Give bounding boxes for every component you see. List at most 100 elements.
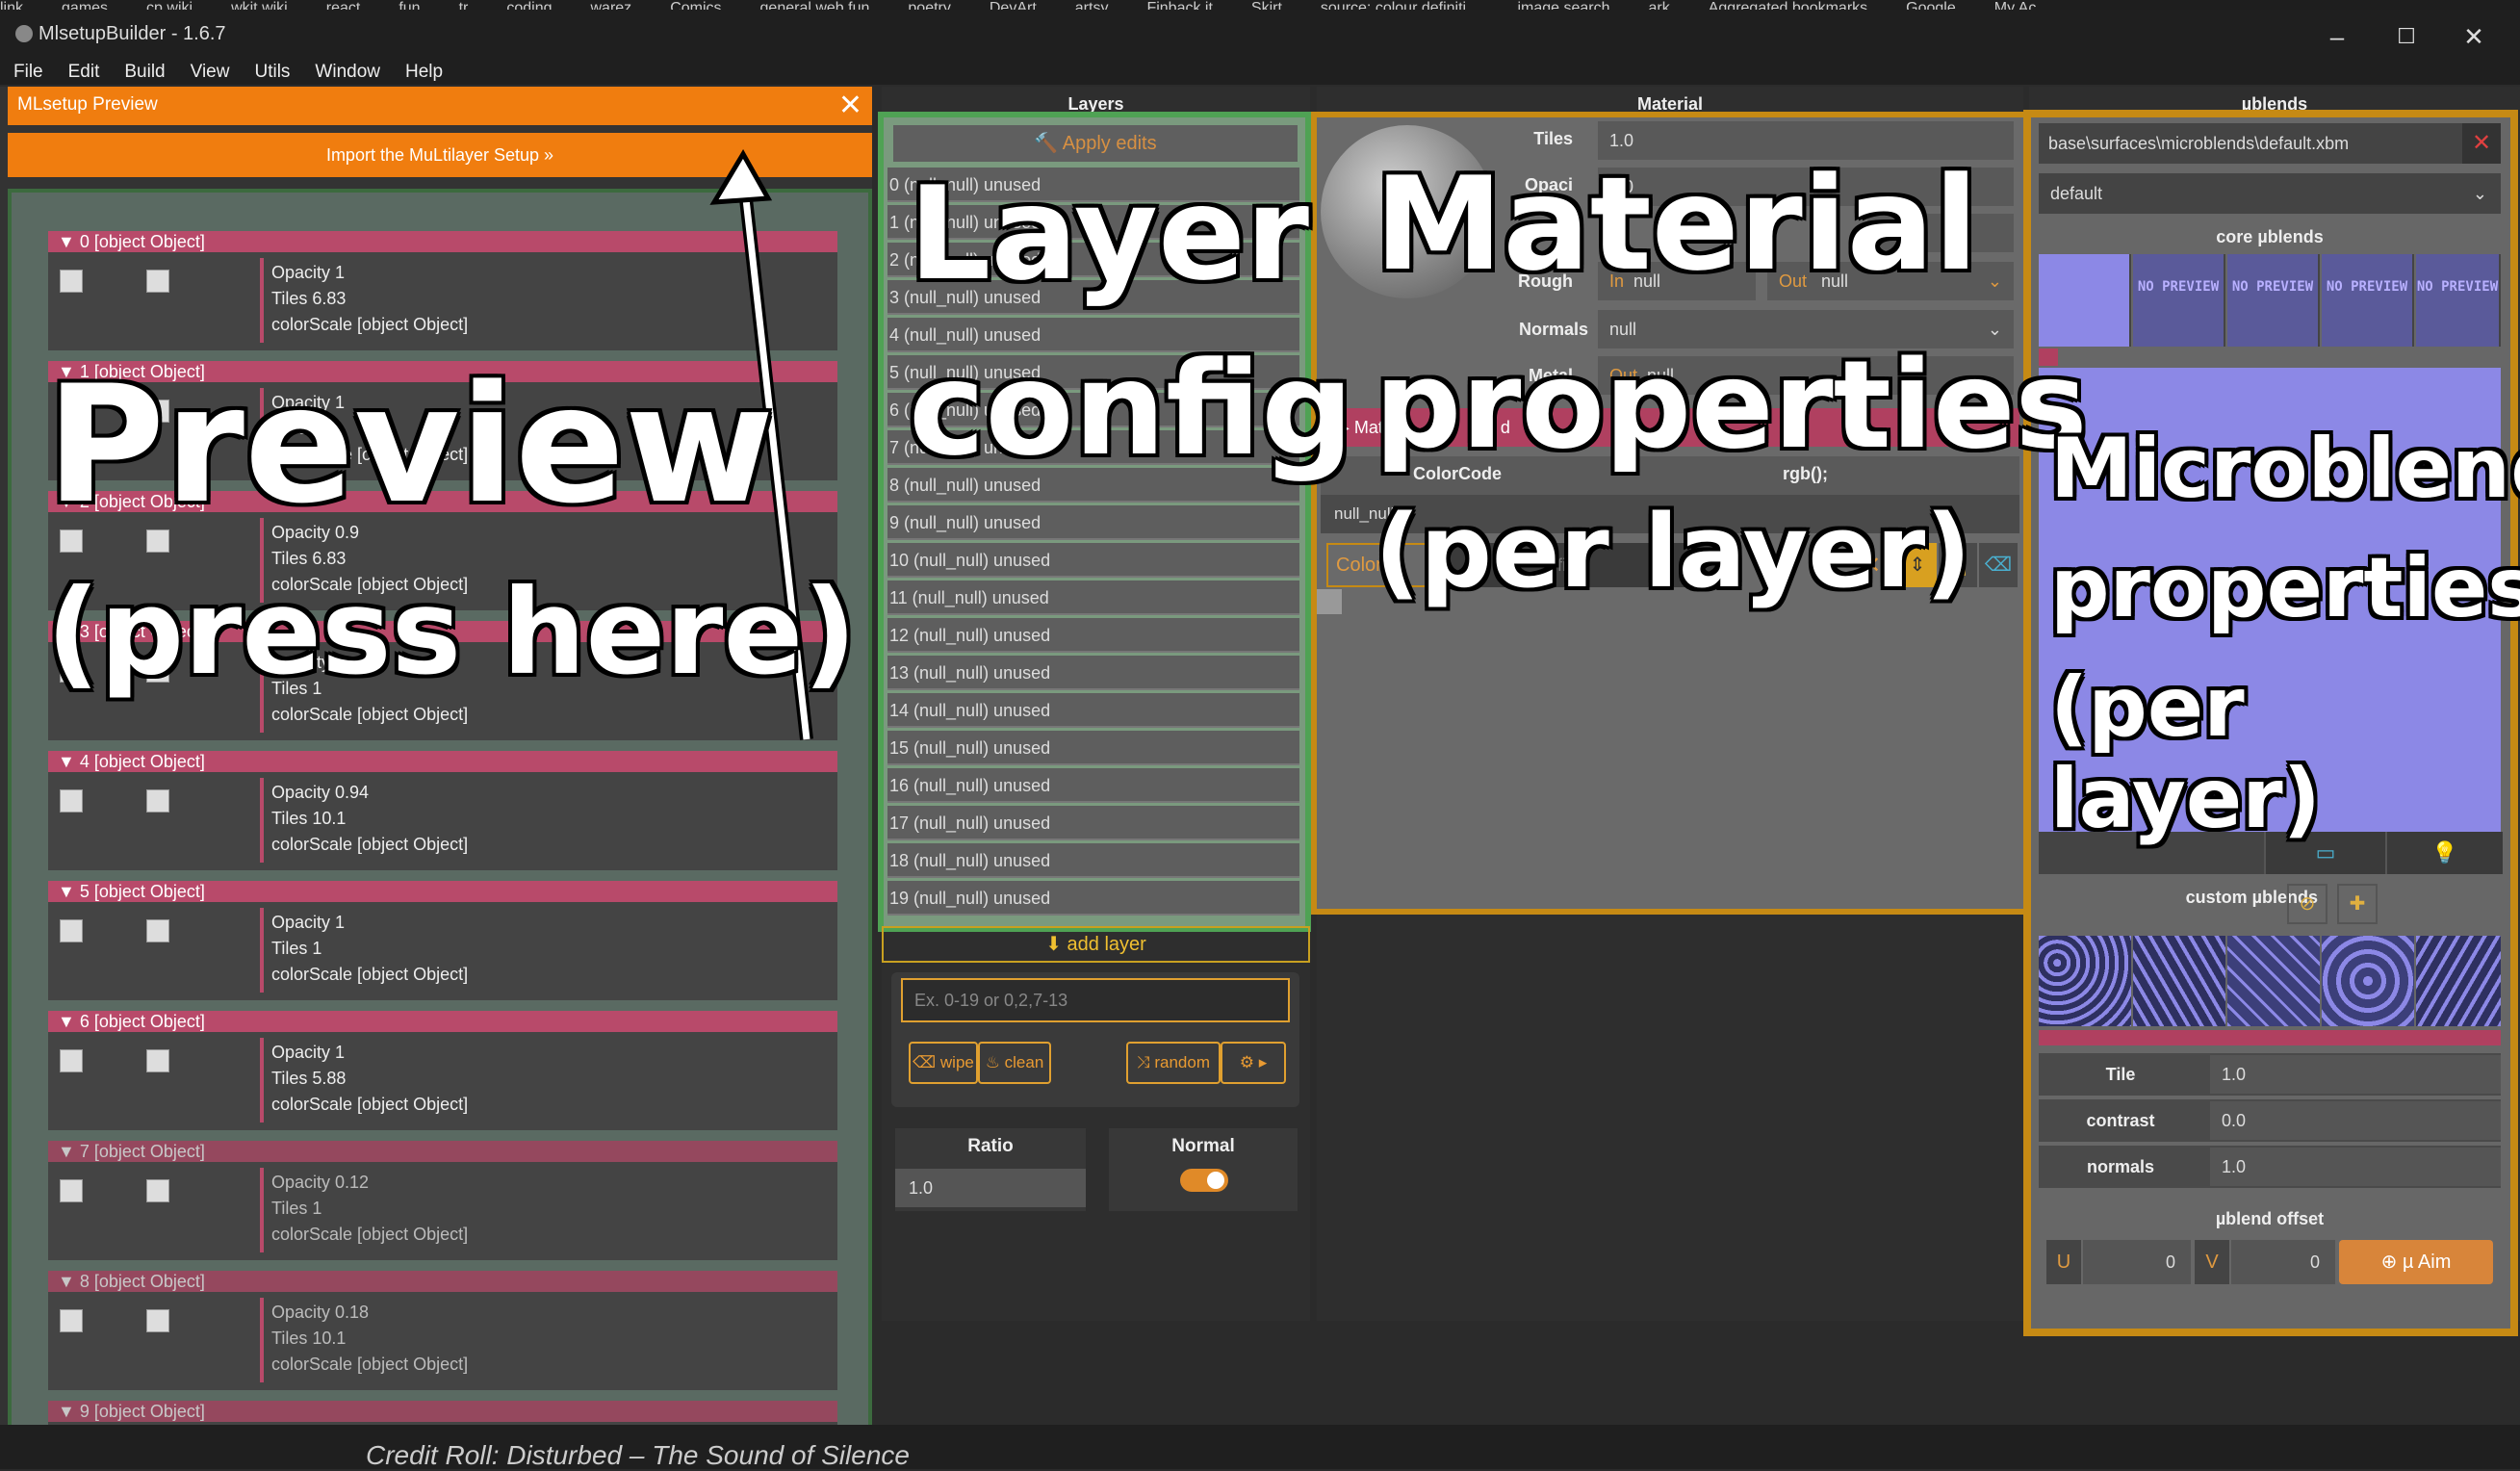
normal-toggle[interactable]: [1180, 1169, 1228, 1192]
preview-layer-header[interactable]: ▼ 6 [object Object]: [48, 1011, 837, 1032]
custom-microblend-tile[interactable]: [2322, 936, 2414, 1026]
preview-close-button[interactable]: ✕: [838, 89, 862, 122]
wipe-button[interactable]: ⌫ wipe: [909, 1042, 978, 1084]
menu-help[interactable]: Help: [392, 60, 454, 85]
layer-properties: Opacity 0.12 Tiles 1 colorScale [object Ob…: [271, 1170, 468, 1248]
layer-row[interactable]: 9 (null_null) unused: [887, 505, 1299, 540]
core-microblend-tile[interactable]: NO PREVIEW: [2227, 254, 2320, 347]
menu-window[interactable]: Window: [301, 60, 392, 85]
preview-layer-header[interactable]: ▼ 8 [object Object]: [48, 1271, 837, 1292]
clear-path-icon[interactable]: ✕: [2462, 123, 2501, 164]
clean-button[interactable]: ♨ clean: [978, 1042, 1051, 1084]
microblend-set-select[interactable]: default ⌄: [2039, 173, 2501, 214]
layer-opacity: Opacity 0.12: [271, 1173, 370, 1192]
layer-row[interactable]: 12 (null_null) unused: [887, 618, 1299, 653]
chevron-down-icon: ⌄: [2472, 184, 2487, 203]
custom-microblend-tile[interactable]: [2227, 936, 2320, 1026]
annotation-preview: Preview: [46, 350, 775, 539]
preview-layer-header[interactable]: ▼ 9 [object Object]: [48, 1401, 837, 1422]
layer-divider: [260, 258, 264, 343]
layer-row[interactable]: 14 (null_null) unused: [887, 693, 1299, 728]
menu-file[interactable]: File: [0, 60, 55, 85]
preview-layer-block[interactable]: ▼ 8 [object Object] Opacity 0.18 Tiles 10.…: [48, 1271, 837, 1390]
hide-icon[interactable]: ⊘: [2287, 884, 2327, 924]
layer-row[interactable]: 19 (null_null) unused: [887, 881, 1299, 916]
preview-layer-block[interactable]: ▼ 6 [object Object] Opacity 1 Tiles 5.88 co…: [48, 1011, 837, 1130]
chevron-down-icon: ⌄: [1987, 271, 2002, 291]
layer-row[interactable]: 16 (null_null) unused: [887, 768, 1299, 803]
annotation-micro-per-layer: (per layer): [2050, 659, 2321, 847]
broken-image-icon: [146, 1309, 169, 1332]
custom-microblends-label: custom µblends: [2185, 888, 2318, 907]
u-input[interactable]: 0: [2083, 1240, 2191, 1284]
preview-layer-header[interactable]: ▼ 7 [object Object]: [48, 1141, 837, 1162]
core-microblends-row: NO PREVIEW NO PREVIEW NO PREVIEW NO PREV…: [2039, 254, 2501, 347]
layer-tiles: Tiles 1: [271, 939, 322, 958]
layer-row[interactable]: 18 (null_null) unused: [887, 843, 1299, 878]
bottom-caption: Credit Roll: Disturbed – The Sound of Si…: [366, 1440, 910, 1470]
close-window-button[interactable]: ✕: [2445, 19, 2503, 54]
random-button[interactable]: ⤨ random: [1126, 1042, 1221, 1084]
layer-colorscale: colorScale [object Object]: [271, 705, 469, 724]
core-microblend-tile[interactable]: NO PREVIEW: [2416, 254, 2501, 347]
gears-icon: ⚙ ▸: [1239, 1053, 1268, 1071]
maximize-button[interactable]: ☐: [2378, 19, 2435, 54]
settings-button[interactable]: ⚙ ▸: [1221, 1042, 1286, 1084]
layer-filter-input[interactable]: Ex. 0-19 or 0,2,7-13: [901, 978, 1290, 1022]
layer-row[interactable]: 13 (null_null) unused: [887, 656, 1299, 690]
core-microblend-tile[interactable]: NO PREVIEW: [2133, 254, 2225, 347]
ratio-input[interactable]: 1.0: [895, 1169, 1086, 1207]
core-microblend-tile[interactable]: NO PREVIEW: [2322, 254, 2414, 347]
toggle-knob: [1207, 1172, 1224, 1189]
add-layer-button[interactable]: ⬇ add layer: [882, 926, 1310, 963]
v-label: V: [2195, 1240, 2229, 1284]
custom-microblend-tile[interactable]: [2039, 936, 2131, 1026]
apply-edits-button[interactable]: 🔨 Apply edits: [893, 125, 1298, 162]
v-input[interactable]: 0: [2231, 1240, 2335, 1284]
tile-input[interactable]: 1.0: [2210, 1055, 2501, 1094]
annotation-properties: properties: [1375, 334, 2088, 476]
layer-row[interactable]: 15 (null_null) unused: [887, 731, 1299, 765]
layer-row[interactable]: 10 (null_null) unused: [887, 543, 1299, 578]
layer-opacity: Opacity 1: [271, 913, 346, 932]
layer-colorscale: colorScale [object Object]: [271, 1095, 469, 1114]
menu-view[interactable]: View: [177, 60, 242, 85]
layer-opacity: Opacity 0.18: [271, 1303, 370, 1322]
preview-layer-block[interactable]: ▼ 5 [object Object] Opacity 1 Tiles 1 color…: [48, 881, 837, 1000]
preview-layer-block[interactable]: ▼ 7 [object Object] Opacity 0.12 Tiles 1 co…: [48, 1141, 837, 1260]
puzzle-icon[interactable]: ✚: [2337, 884, 2378, 924]
contrast-label: contrast: [2086, 1111, 2155, 1130]
color-swatch[interactable]: [1317, 589, 1342, 614]
custom-microblend-tile[interactable]: [2133, 936, 2225, 1026]
preview-layer-block[interactable]: ▼ 4 [object Object] Opacity 0.94 Tiles 10.…: [48, 751, 837, 870]
contrast-input[interactable]: 0.0: [2210, 1101, 2501, 1140]
ublend-normals-input[interactable]: 1.0: [2210, 1148, 2501, 1186]
preview-layer-header[interactable]: ▼ 5 [object Object]: [48, 881, 837, 902]
menu-build[interactable]: Build: [111, 60, 176, 85]
menu-edit[interactable]: Edit: [55, 60, 112, 85]
layer-properties: Opacity 1 Tiles 1 colorScale [object Objec…: [271, 910, 468, 988]
layer-colorscale: colorScale [object Object]: [271, 1225, 469, 1244]
layer-row[interactable]: 11 (null_null) unused: [887, 581, 1299, 615]
menu-utils[interactable]: Utils: [241, 60, 301, 85]
ublend-normals-label: normals: [2086, 1157, 2155, 1176]
microblend-path-input[interactable]: base\surfaces\microblends\default.xbm: [2039, 123, 2462, 164]
aim-button[interactable]: ⊕ µ Aim: [2339, 1240, 2493, 1284]
eraser-icon[interactable]: ⌫: [1979, 543, 2018, 587]
custom-scrollbar[interactable]: [2039, 1030, 2501, 1045]
broken-image-icon: [60, 1309, 83, 1332]
eraser-icon: ⌫: [913, 1053, 940, 1071]
contrast-row: contrast 0.0: [2039, 1099, 2501, 1142]
core-microblend-selected[interactable]: [2039, 254, 2131, 347]
preview-title: MLsetup Preview: [17, 94, 158, 115]
layer-tiles: Tiles 6.83: [271, 289, 347, 308]
layer-tiles: Tiles 1: [271, 1199, 322, 1218]
ratio-label: Ratio: [967, 1136, 1014, 1156]
minimize-button[interactable]: –: [2308, 19, 2366, 54]
shuffle-icon: ⤨: [1137, 1053, 1155, 1071]
layer-properties: Opacity 1 Tiles 6.83 colorScale [object Ob…: [271, 260, 468, 338]
custom-microblend-tile[interactable]: [2416, 936, 2501, 1026]
layer-tiles: Tiles 5.88: [271, 1069, 347, 1088]
layer-row[interactable]: 17 (null_null) unused: [887, 806, 1299, 840]
ratio-box: Ratio 1.0: [895, 1128, 1086, 1211]
